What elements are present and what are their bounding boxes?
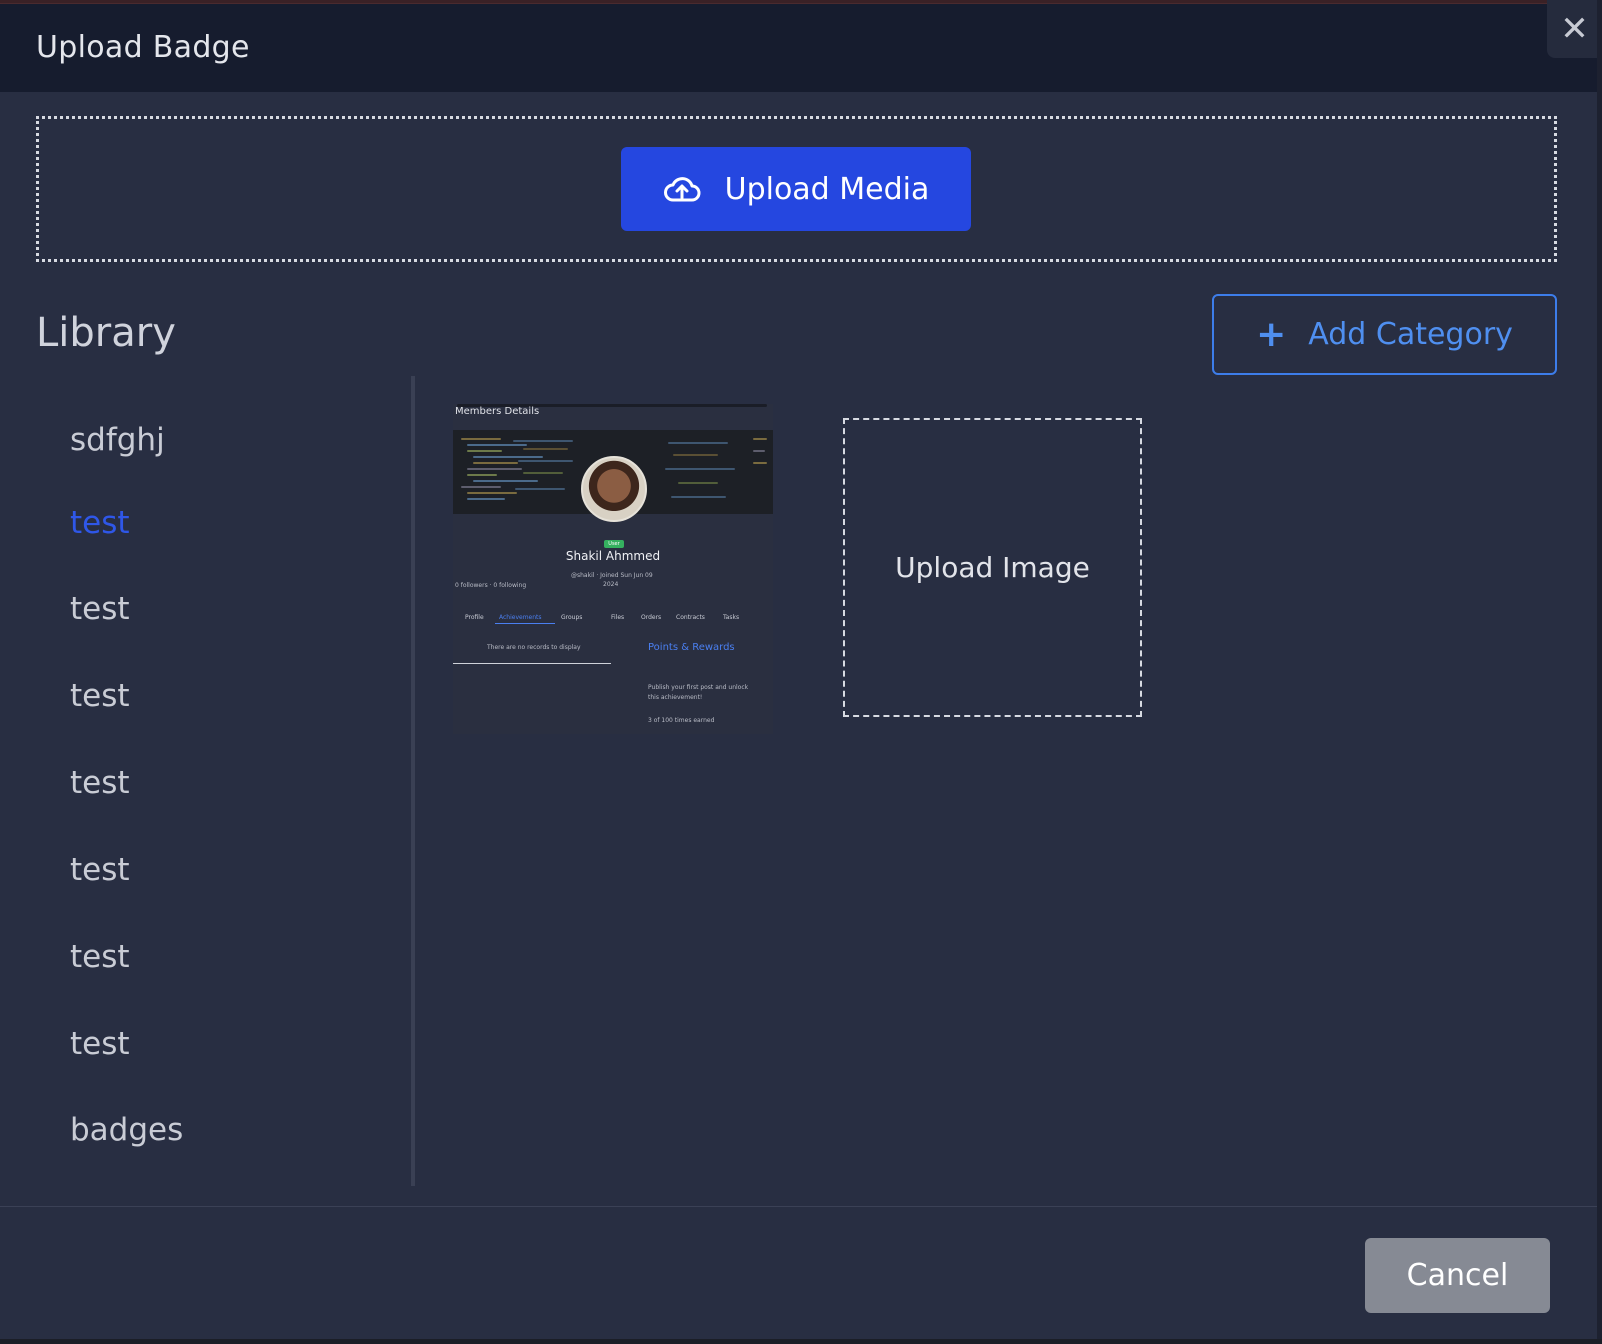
- tab-tasks: Tasks: [723, 614, 740, 621]
- tab-contracts: Contracts: [676, 614, 705, 621]
- upload-media-button[interactable]: Upload Media: [621, 147, 971, 231]
- avatar: [581, 456, 647, 522]
- library-divider: [411, 376, 415, 1186]
- footer-divider: [0, 1206, 1597, 1207]
- close-button[interactable]: ✕: [1547, 0, 1602, 58]
- category-list: sdfghj test test test test test test tes…: [0, 376, 414, 1186]
- achievement-desc-line1: Publish your first post and unlock: [648, 684, 749, 691]
- thumbnail-header: Members Details: [455, 406, 540, 417]
- tab-achievements: Achievements: [499, 614, 542, 621]
- upload-badge-dialog: Upload Badge Upload Media Library + Add …: [0, 3, 1597, 1339]
- page-edge: [1597, 0, 1602, 1344]
- upload-media-label: Upload Media: [724, 171, 930, 207]
- category-item[interactable]: test: [70, 852, 130, 888]
- add-category-button[interactable]: + Add Category: [1212, 294, 1557, 375]
- dialog-header: Upload Badge: [0, 4, 1597, 92]
- category-item-active[interactable]: test: [70, 505, 130, 541]
- profile-name: Shakil Ahmmed: [565, 549, 661, 563]
- empty-records-text: There are no records to display: [487, 644, 581, 651]
- category-item[interactable]: test: [70, 1026, 130, 1062]
- follow-stats: 0 followers · 0 following: [455, 582, 527, 589]
- category-item[interactable]: test: [70, 591, 130, 627]
- plus-icon: +: [1256, 313, 1287, 355]
- role-badge: User: [604, 540, 624, 548]
- cancel-button[interactable]: Cancel: [1365, 1238, 1550, 1313]
- points-rewards-title: Points & Rewards: [648, 642, 735, 653]
- tab-profile: Profile: [465, 614, 484, 621]
- achievement-desc-line2: this achievement!: [648, 694, 703, 701]
- tab-groups: Groups: [561, 614, 583, 621]
- upload-image-box[interactable]: Upload Image: [843, 418, 1142, 717]
- library-title: Library: [36, 310, 176, 356]
- category-item[interactable]: test: [70, 765, 130, 801]
- dialog-title: Upload Badge: [36, 30, 250, 65]
- earned-count: 3 of 100 times earned: [648, 717, 715, 724]
- badge-thumbnail[interactable]: Members Details User Shakil Ahmmed @shak…: [453, 404, 773, 734]
- category-item[interactable]: test: [70, 939, 130, 975]
- profile-join-year: 2024: [603, 581, 619, 588]
- category-item[interactable]: test: [70, 678, 130, 714]
- category-item[interactable]: sdfghj: [70, 422, 165, 458]
- tab-orders: Orders: [641, 614, 662, 621]
- cloud-upload-icon: [663, 177, 701, 202]
- page-bottom-strip: [0, 1339, 1602, 1344]
- profile-handle: @shakil · Joined Sun Jun 09: [571, 572, 653, 579]
- close-icon: ✕: [1560, 9, 1589, 49]
- upload-image-label: Upload Image: [895, 551, 1090, 584]
- add-category-label: Add Category: [1308, 317, 1513, 352]
- tab-files: Files: [611, 614, 625, 621]
- category-item[interactable]: badges: [70, 1112, 183, 1148]
